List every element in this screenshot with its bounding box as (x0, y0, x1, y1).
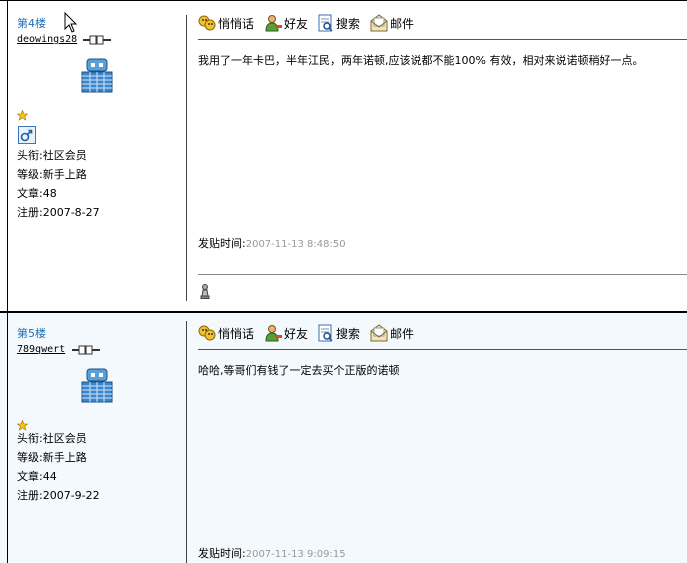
post-toolbar: 悄悄话 好友 搜索 邮件 (198, 13, 424, 33)
search-icon (318, 324, 333, 342)
male-gender-icon (18, 126, 36, 144)
friend-button[interactable]: 好友 (264, 14, 308, 32)
post-content: 我用了一年卡巴，半年江民，两年诺顿,应该说都不能100% 有效，相对来说诺顿稍好… (198, 54, 644, 67)
post-time-label: 发贴时间: (198, 547, 246, 560)
whisper-label: 悄悄话 (218, 326, 255, 341)
add-friend-icon (265, 325, 283, 342)
post-left-border (7, 313, 8, 563)
user-title: 头衔:社区会员 (17, 432, 87, 445)
post-time-value: 2007-11-13 8:48:50 (245, 239, 346, 250)
column-separator (186, 15, 187, 301)
post-content: 哈哈,等哥们有钱了一定去买个正版的诺顿 (198, 364, 400, 377)
add-friend-icon (265, 15, 283, 32)
floor-number: 第4楼 (17, 17, 46, 30)
user-level: 等级:新手上路 (17, 168, 87, 181)
search-icon (318, 14, 333, 32)
whisper-icon (198, 325, 216, 341)
post-left-border (7, 1, 8, 311)
mail-label: 邮件 (390, 326, 415, 341)
user-articles: 文章:44 (17, 470, 57, 483)
star-rank-icon (17, 110, 28, 121)
mail-icon (370, 14, 388, 32)
user-avatar-icon (81, 368, 113, 403)
toolbar-divider (198, 349, 687, 350)
mouse-cursor-icon (64, 12, 78, 33)
post-time: 发贴时间:2007-11-13 8:48:50 (198, 235, 346, 251)
mail-button[interactable]: 邮件 (370, 14, 414, 32)
search-button[interactable]: 搜索 (318, 324, 360, 342)
post-time-value: 2007-11-13 9:09:15 (245, 549, 346, 560)
post-time: 发贴时间:2007-11-13 9:09:15 (198, 545, 346, 561)
post-time-label: 发贴时间: (198, 237, 246, 250)
floor-number: 第5楼 (17, 327, 46, 340)
online-status-icon (83, 35, 111, 45)
search-button[interactable]: 搜索 (318, 14, 360, 32)
post-floor-4: 第4楼 deowings28 头衔:社区会员 等级:新手上路 文章:48 注册:… (0, 0, 687, 312)
friend-button[interactable]: 好友 (264, 324, 308, 342)
friend-label: 好友 (284, 326, 309, 341)
user-title: 头衔:社区会员 (17, 149, 87, 162)
user-avatar-icon (81, 58, 113, 93)
username-link[interactable]: deowings28 (17, 34, 77, 45)
post-toolbar: 悄悄话 好友 搜索 邮件 (198, 323, 424, 343)
user-registered: 注册:2007-8-27 (17, 206, 100, 219)
user-registered: 注册:2007-9-22 (17, 489, 100, 502)
column-separator (186, 321, 187, 563)
username-link[interactable]: 789qwert (17, 344, 65, 355)
user-level: 等级:新手上路 (17, 451, 87, 464)
ip-info-icon[interactable] (200, 284, 210, 299)
online-status-icon (72, 345, 100, 355)
search-label: 搜索 (336, 16, 361, 31)
mail-button[interactable]: 邮件 (370, 324, 414, 342)
search-label: 搜索 (336, 326, 361, 341)
user-info: 头衔:社区会员 等级:新手上路 文章:48 注册:2007-8-27 (17, 146, 100, 222)
toolbar-divider (198, 39, 687, 40)
whisper-icon (198, 15, 216, 31)
mail-label: 邮件 (390, 16, 415, 31)
mail-icon (370, 324, 388, 342)
friend-label: 好友 (284, 16, 309, 31)
post-footer-divider (198, 274, 687, 275)
whisper-button[interactable]: 悄悄话 (198, 324, 254, 342)
user-info: 头衔:社区会员 等级:新手上路 文章:44 注册:2007-9-22 (17, 429, 100, 505)
whisper-label: 悄悄话 (218, 16, 255, 31)
user-articles: 文章:48 (17, 187, 57, 200)
post-floor-5: 第5楼 789qwert 头衔:社区会员 等级:新手上路 文章:44 注册:20… (0, 312, 687, 563)
whisper-button[interactable]: 悄悄话 (198, 14, 254, 32)
